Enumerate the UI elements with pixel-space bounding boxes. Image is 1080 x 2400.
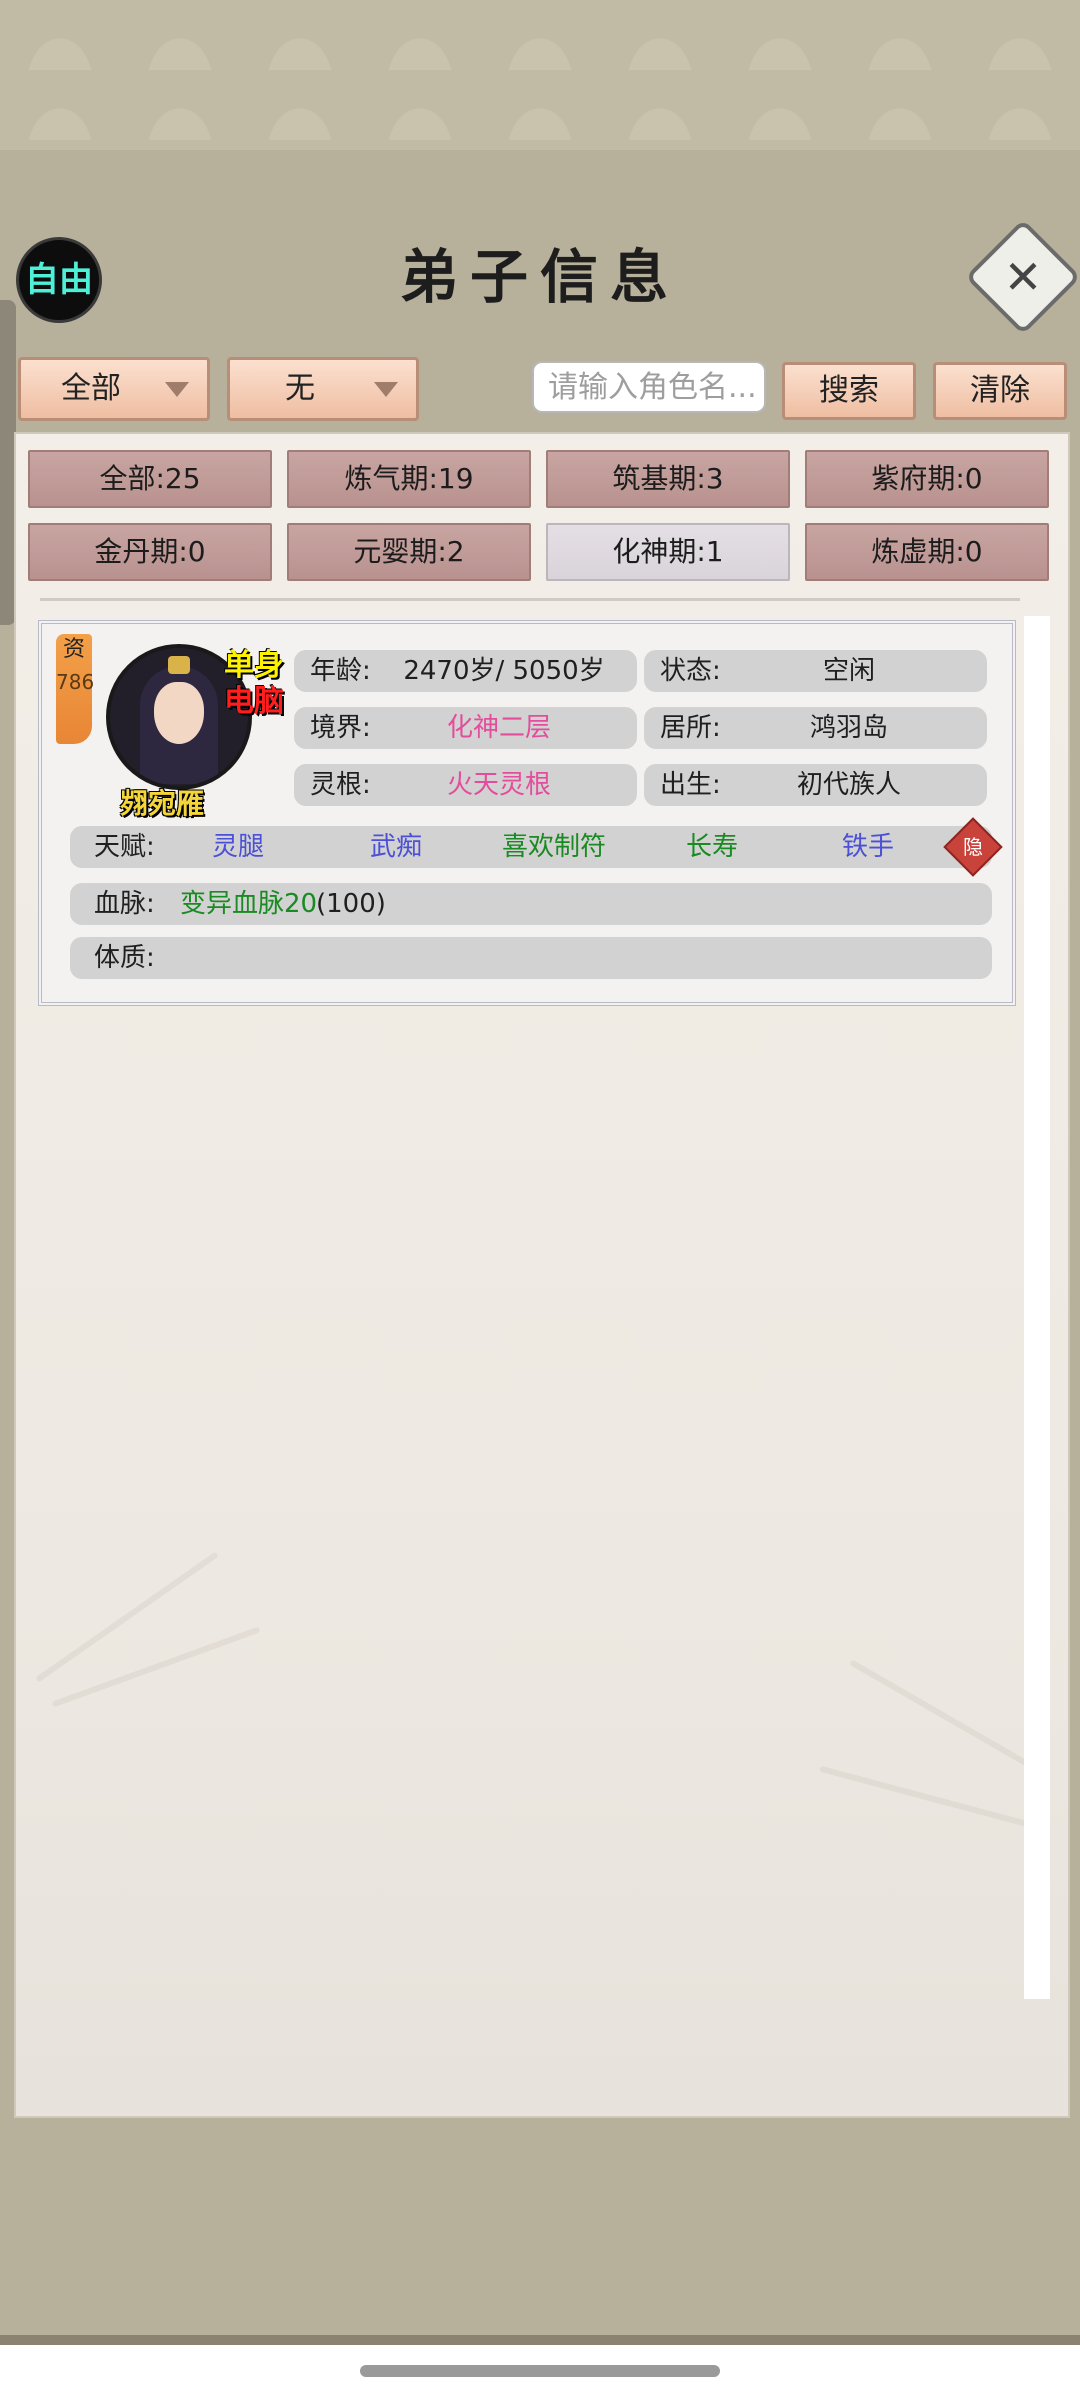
home-indicator[interactable]: [360, 2365, 720, 2377]
birth-value: 初代族人: [796, 770, 901, 800]
header-decoration: [0, 0, 1080, 156]
filter-purple-mansion[interactable]: 紫府期:0: [805, 450, 1049, 508]
bloodline-extra: (100): [316, 889, 386, 919]
clear-button[interactable]: 清除: [933, 362, 1067, 420]
aptitude-value: 786: [56, 670, 95, 694]
bottom-border: [0, 2335, 1080, 2345]
search-button[interactable]: 搜索: [782, 362, 916, 420]
age-label: 年龄:: [310, 656, 371, 686]
chevron-down-icon: [165, 382, 189, 397]
birth-field: 出生: 初代族人: [644, 764, 987, 806]
talent-item: 武痴: [370, 832, 423, 862]
type-dropdown[interactable]: 无: [227, 357, 419, 421]
residence-field: 居所: 鸿羽岛: [644, 707, 987, 749]
status-field: 状态: 空闲: [644, 650, 987, 692]
talent-item: 喜欢制符: [502, 832, 607, 862]
realm-value: 化神二层: [446, 713, 551, 743]
residence-value: 鸿羽岛: [809, 713, 888, 743]
talent-item: 灵腿: [212, 832, 265, 862]
physique-row: 体质:: [70, 937, 992, 979]
birth-label: 出生:: [660, 770, 721, 800]
hide-label: 隐: [963, 835, 983, 859]
realm-label: 境界:: [310, 713, 371, 743]
chevron-down-icon: [374, 382, 398, 397]
physique-label: 体质:: [94, 943, 155, 973]
age-field: 年龄: 2470岁/ 5050岁: [294, 650, 637, 692]
talent-label: 天赋:: [94, 832, 155, 862]
bloodline-value: 变异血脉20: [180, 889, 318, 919]
aptitude-badge: 资 786: [56, 634, 95, 744]
divider: [40, 598, 1020, 601]
realm-field: 境界: 化神二层: [294, 707, 637, 749]
filter-void-refining[interactable]: 炼虚期:0: [805, 523, 1049, 581]
spirit-root-field: 灵根: 火天灵根: [294, 764, 637, 806]
free-mode-button[interactable]: 自由: [16, 237, 102, 323]
ai-tag: 电脑: [224, 684, 284, 719]
search-input[interactable]: 请输入角色名...: [532, 361, 766, 413]
spirit-root-label: 灵根:: [310, 770, 371, 800]
filter-golden-core[interactable]: 金丹期:0: [28, 523, 272, 581]
status-value: 空闲: [822, 656, 875, 686]
age-value: 2470岁/ 5050岁: [403, 656, 605, 686]
filter-all[interactable]: 全部:25: [28, 450, 272, 508]
filter-foundation[interactable]: 筑基期:3: [546, 450, 790, 508]
scrollbar[interactable]: [1024, 616, 1050, 1999]
filter-qi-refining[interactable]: 炼气期:19: [287, 450, 531, 508]
page-title: 弟子信息: [399, 243, 680, 311]
filter-nascent-soul[interactable]: 元婴期:2: [287, 523, 531, 581]
residence-label: 居所:: [660, 713, 721, 743]
status-label: 状态:: [660, 656, 721, 686]
category-dropdown-value: 全部: [61, 371, 121, 406]
type-dropdown-value: 无: [285, 371, 315, 406]
talent-row: 天赋: 灵腿 武痴 喜欢制符 长寿 铁手: [70, 826, 992, 868]
close-icon: ✕: [1003, 250, 1043, 304]
talent-item: 长寿: [686, 832, 739, 862]
bloodline-row: 血脉: 变异血脉20 (100): [70, 883, 992, 925]
category-dropdown[interactable]: 全部: [18, 357, 210, 421]
filter-deity-transformation[interactable]: 化神期:1: [546, 523, 790, 581]
bloodline-label: 血脉:: [94, 889, 155, 919]
character-name: 翙宛雁: [120, 787, 205, 820]
aptitude-label: 资: [62, 637, 85, 662]
spirit-root-value: 火天灵根: [446, 770, 551, 800]
talent-item: 铁手: [842, 832, 895, 862]
